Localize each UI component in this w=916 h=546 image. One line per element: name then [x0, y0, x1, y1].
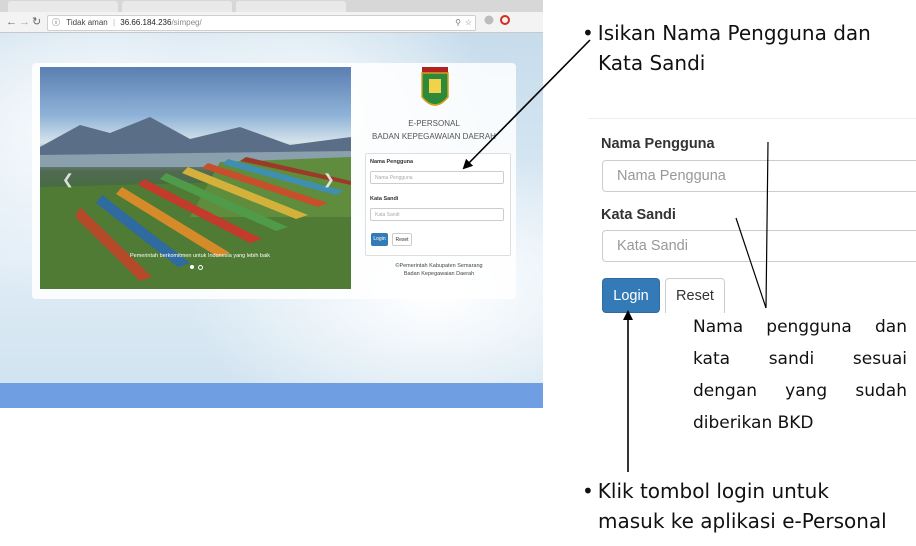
arrow-right-icon[interactable]: →: [19, 14, 30, 30]
password-label: Kata Sandi: [370, 196, 399, 202]
carousel-prev-icon[interactable]: ❮: [62, 171, 74, 188]
login-button[interactable]: Login: [371, 233, 388, 246]
regency-emblem-icon: [421, 67, 449, 106]
zoom-password-label: Kata Sandi: [601, 207, 676, 223]
zoom-login-button[interactable]: Login: [602, 278, 660, 313]
credentials-note: Nama pengguna dan kata sandi sesuai deng…: [693, 311, 907, 439]
address-bar-row: ← → ↻ ⓘ Tidak aman | 36.66.184.236/simpe…: [0, 12, 543, 33]
zoom-username-label: Nama Pengguna: [601, 136, 715, 152]
bullet-icon: •: [582, 21, 594, 45]
username-label: Nama Pengguna: [370, 159, 414, 165]
reload-icon[interactable]: ↻: [32, 14, 41, 30]
star-icon[interactable]: ☆: [465, 16, 472, 30]
login-card: ❮ ❯ Pemerintah berkomitmen untuk Indones…: [32, 63, 516, 299]
carousel-caption: Pemerintah berkomitmen untuk Indonesia y…: [129, 253, 271, 259]
bullet-icon: •: [582, 479, 594, 503]
page-viewport: ❮ ❯ Pemerintah berkomitmen untuk Indones…: [0, 33, 543, 408]
login-form: Nama Pengguna Nama Pengguna Kata Sandi K…: [365, 153, 511, 256]
instruction-click-login: • Klik tombol login untuk masuk ke aplika…: [582, 476, 912, 536]
note-line: diberikan BKD: [693, 413, 814, 433]
instruction1-line2: Kata Sandi: [598, 51, 706, 75]
instruction2-line1: Klik tombol login untuk: [597, 479, 829, 503]
org-title: BADAN KEPEGAWAIAN DAERAH: [372, 132, 496, 141]
zoom-icon[interactable]: ⚲: [455, 16, 461, 30]
password-input[interactable]: Kata Sandi: [370, 208, 504, 221]
carousel-dot-active[interactable]: [190, 265, 194, 269]
url-path: /simpeg/: [171, 18, 202, 27]
footer-agency: Badan Kepegawaian Daerah: [403, 271, 475, 277]
page-footer-bar: [0, 383, 543, 408]
username-input[interactable]: Nama Pengguna: [370, 171, 504, 184]
security-label: Tidak aman: [66, 18, 108, 27]
instruction1-line1: Isikan Nama Pengguna dan: [597, 21, 871, 45]
url-field[interactable]: ⓘ Tidak aman | 36.66.184.236/simpeg/ ⚲ ☆: [47, 15, 476, 31]
carousel-image: ❮ ❯ Pemerintah berkomitmen untuk Indones…: [40, 67, 351, 289]
tab-strip: [0, 0, 543, 12]
tab[interactable]: [236, 1, 346, 12]
arrow-left-icon[interactable]: ←: [6, 14, 17, 30]
instruction2-line2: masuk ke aplikasi e-Personal: [598, 509, 887, 533]
extension-icon[interactable]: [484, 15, 494, 29]
opera-icon[interactable]: [500, 15, 510, 29]
url-host: 36.66.184.236: [120, 18, 172, 27]
carousel-dot[interactable]: [198, 265, 203, 270]
tab[interactable]: [122, 1, 232, 12]
zoomed-login-form: Nama Pengguna Nama Pengguna Kata Sandi K…: [588, 118, 916, 319]
reset-button[interactable]: Reset: [392, 233, 412, 246]
browser-screenshot: ← → ↻ ⓘ Tidak aman | 36.66.184.236/simpe…: [0, 0, 543, 408]
info-icon[interactable]: ⓘ: [52, 18, 60, 27]
zoom-password-input[interactable]: Kata Sandi: [602, 230, 916, 262]
note-line: kata sandi sesuai: [693, 349, 907, 369]
note-line: dengan yang sudah: [693, 381, 907, 401]
footer-copyright: ©Pemerintah Kabupaten Semarang: [395, 263, 483, 269]
zoom-reset-button[interactable]: Reset: [665, 278, 725, 313]
carousel-next-icon[interactable]: ❯: [323, 171, 335, 188]
zoom-username-input[interactable]: Nama Pengguna: [602, 160, 916, 192]
note-line: Nama pengguna dan: [693, 317, 907, 337]
app-title: E-PERSONAL: [408, 119, 460, 128]
instruction-fill-credentials: • Isikan Nama Pengguna dan Kata Sandi: [582, 18, 912, 78]
tab[interactable]: [8, 1, 118, 12]
